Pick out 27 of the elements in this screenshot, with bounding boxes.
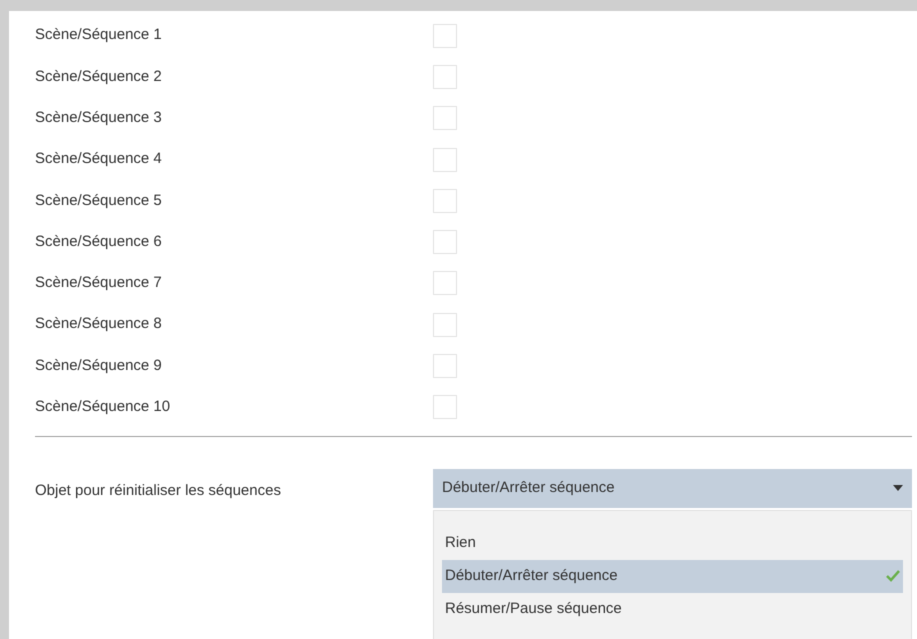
- checkbox[interactable]: [433, 106, 457, 130]
- checkbox[interactable]: [433, 148, 457, 172]
- option-label: Scène/Séquence 10: [35, 397, 172, 418]
- option-label: Scène/Séquence 3: [35, 108, 163, 128]
- checkbox[interactable]: [433, 230, 457, 254]
- menu-item[interactable]: Débuter/Arrêter séquence: [442, 560, 903, 593]
- option-label: Scène/Séquence 5: [35, 190, 163, 211]
- checkbox[interactable]: [433, 312, 457, 337]
- option-label: Scène/Séquence 9: [35, 356, 163, 376]
- checkbox[interactable]: [433, 188, 457, 213]
- checkbox[interactable]: [433, 271, 457, 296]
- option-label: Scène/Séquence 6: [35, 232, 163, 252]
- checkbox[interactable]: [433, 354, 457, 378]
- menu-item[interactable]: Résumer/Pause séquence: [442, 592, 903, 626]
- menu-item[interactable]: Rien: [442, 526, 903, 560]
- caret-icon: [893, 485, 903, 492]
- option-label: Scène/Séquence 7: [35, 273, 163, 294]
- dropdown[interactable]: Débuter/Arrêter séquence: [433, 468, 912, 508]
- option-label: Scène/Séquence 8: [35, 314, 163, 334]
- checkbox[interactable]: [433, 24, 457, 48]
- option-label: Scène/Séquence 4: [35, 149, 163, 170]
- option-label: Scène/Séquence 2: [35, 66, 163, 87]
- checkbox[interactable]: [433, 64, 457, 89]
- field-label: Objet pour réinitialiser les séquences: [35, 480, 282, 501]
- checkbox[interactable]: [433, 395, 457, 420]
- check-icon: [886, 570, 900, 582]
- option-label: Scène/Séquence 1: [35, 25, 163, 46]
